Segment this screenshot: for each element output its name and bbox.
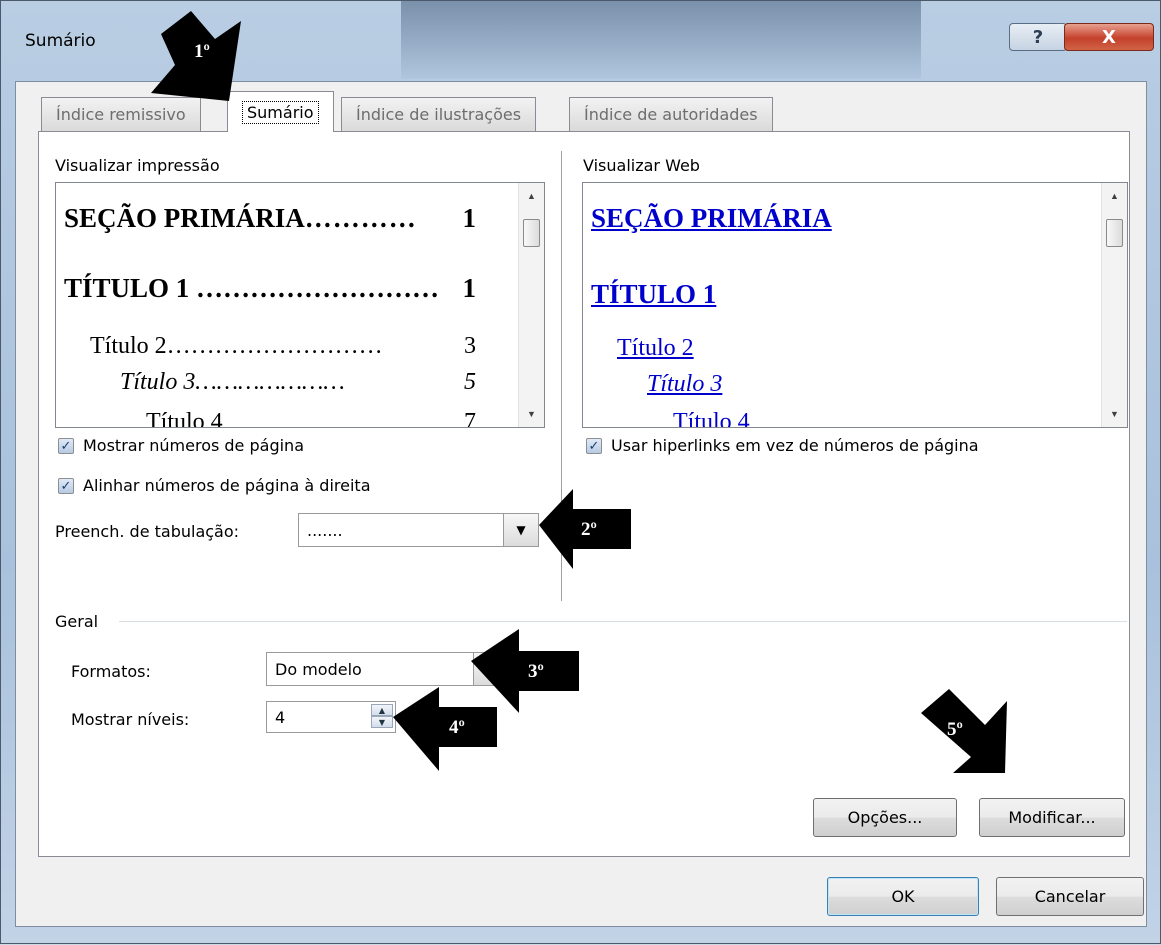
dialog-window: Sumário ? X Índice remissivo Sumário Índ…: [0, 0, 1161, 944]
annotation-label-1: 1º: [194, 41, 210, 62]
annotation-arrow-3: [471, 629, 579, 713]
annotation-arrows: [151, 11, 1007, 773]
annotation-arrow-4: [393, 687, 497, 771]
annotation-label-3: 3º: [528, 661, 544, 682]
annotation-label-2: 2º: [581, 519, 597, 540]
annotation-arrow-5: [921, 689, 1007, 773]
annotation-label-4: 4º: [449, 717, 465, 738]
annotation-label-5: 5º: [947, 719, 963, 740]
